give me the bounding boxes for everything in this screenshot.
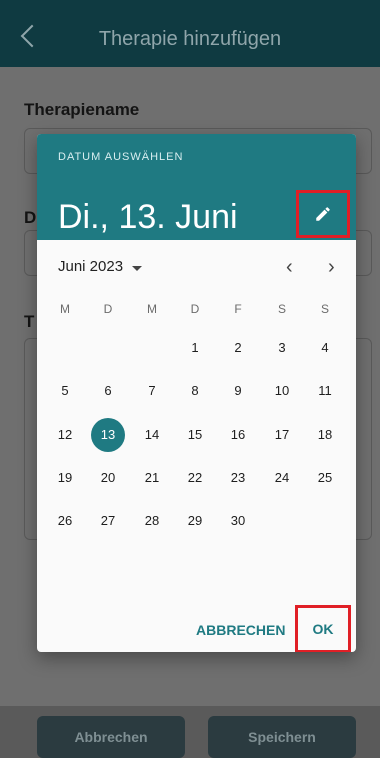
calendar-day-selected[interactable]: 13: [91, 418, 125, 452]
prev-month-icon[interactable]: ‹: [286, 256, 293, 279]
dialog-ok-button[interactable]: OK: [295, 605, 351, 652]
calendar-day[interactable]: 4: [308, 331, 342, 365]
weekday-label: D: [190, 302, 200, 316]
calendar-day[interactable]: 11: [308, 374, 342, 408]
calendar-day[interactable]: 3: [265, 331, 299, 365]
app-header: Therapie hinzufügen: [0, 0, 380, 67]
date-picker-header: DATUM AUSWÄHLEN Di., 13. Juni: [37, 134, 356, 240]
calendar-day[interactable]: 5: [48, 374, 82, 408]
weekday-label: F: [234, 302, 242, 316]
cancel-button[interactable]: Abbrechen: [37, 716, 185, 758]
calendar-day[interactable]: 29: [178, 504, 212, 538]
triangle-down-icon[interactable]: [132, 266, 142, 271]
calendar-day[interactable]: 22: [178, 461, 212, 495]
pencil-icon: [316, 207, 330, 221]
weekday-label: M: [147, 302, 157, 316]
calendar-day[interactable]: 20: [91, 461, 125, 495]
calendar-day[interactable]: 25: [308, 461, 342, 495]
save-button[interactable]: Speichern: [208, 716, 356, 758]
weekday-label: M: [60, 302, 70, 316]
calendar-day[interactable]: 10: [265, 374, 299, 408]
dialog-cancel-button[interactable]: ABBRECHEN: [196, 622, 285, 638]
page-title: Therapie hinzufügen: [98, 28, 282, 50]
calendar-day[interactable]: 8: [178, 374, 212, 408]
next-month-icon[interactable]: ›: [328, 256, 335, 279]
calendar-day[interactable]: 27: [91, 504, 125, 538]
calendar-day[interactable]: 9: [221, 374, 255, 408]
weekday-label: S: [277, 302, 286, 316]
date-picker-dialog: DATUM AUSWÄHLEN Di., 13. Juni Juni 2023 …: [37, 134, 356, 652]
edit-date-button[interactable]: [296, 190, 350, 238]
calendar-day[interactable]: 7: [135, 374, 169, 408]
weekday-label: S: [320, 302, 329, 316]
date-picker-subtitle: DATUM AUSWÄHLEN: [58, 151, 184, 163]
calendar-day[interactable]: 30: [221, 504, 255, 538]
calendar-day[interactable]: 15: [178, 418, 212, 452]
calendar-day[interactable]: 21: [135, 461, 169, 495]
month-year-dropdown[interactable]: Juni 2023: [58, 258, 123, 275]
calendar-day[interactable]: 12: [48, 418, 82, 452]
selected-date-display: Di., 13. Juni: [58, 198, 238, 236]
calendar-day[interactable]: 19: [48, 461, 82, 495]
calendar-day[interactable]: 1: [178, 331, 212, 365]
notes-label: T: [24, 312, 35, 331]
calendar-day[interactable]: 16: [221, 418, 255, 452]
calendar-day[interactable]: 23: [221, 461, 255, 495]
calendar-day[interactable]: 6: [91, 374, 125, 408]
month-navigation: Juni 2023 ‹ ›: [58, 256, 348, 282]
calendar-day[interactable]: 17: [265, 418, 299, 452]
weekday-label: D: [103, 302, 113, 316]
therapy-name-label: Therapiename: [24, 100, 140, 119]
calendar-day[interactable]: 2: [221, 331, 255, 365]
calendar-day[interactable]: 28: [135, 504, 169, 538]
calendar-day[interactable]: 14: [135, 418, 169, 452]
calendar-day[interactable]: 18: [308, 418, 342, 452]
calendar-day[interactable]: 26: [48, 504, 82, 538]
date-label: D: [24, 208, 37, 227]
calendar-day[interactable]: 24: [265, 461, 299, 495]
